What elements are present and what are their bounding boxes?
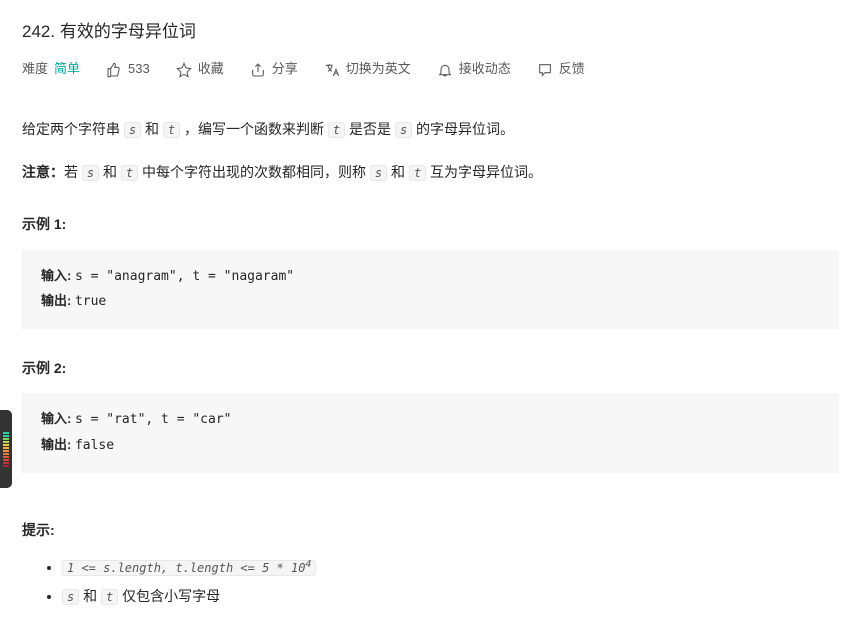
problem-name: 有效的字母异位词 [60,22,196,41]
example-1: 示例 1: 输入: s = "anagram", t = "nagaram" 输… [22,213,839,329]
handle-bar [3,432,9,434]
notifications-button[interactable]: 接收动态 [437,59,511,80]
code-s: s [62,589,79,605]
handle-bar [3,447,9,449]
share-button[interactable]: 分享 [250,59,298,80]
note-label: 注意： [22,164,64,180]
example-code-block: 输入: s = "anagram", t = "nagaram" 输出: tru… [22,250,839,329]
notifications-label: 接收动态 [459,59,511,80]
description-paragraph-2: 注意：若 s 和 t 中每个字符出现的次数都相同，则称 s 和 t 互为字母异位… [22,159,839,186]
code-s: s [395,122,412,138]
example-heading: 示例 1: [22,213,839,235]
star-icon [176,62,192,78]
problem-number: 242 [22,22,50,41]
handle-bar [3,453,9,455]
difficulty-label: 难度 [22,59,48,80]
share-icon [250,62,266,78]
handle-bar [3,444,9,446]
feedback-button[interactable]: 反馈 [537,59,585,80]
translate-button[interactable]: 切换为英文 [324,59,411,80]
favorite-label: 收藏 [198,59,224,80]
handle-bar [3,450,9,452]
share-label: 分享 [272,59,298,80]
description-paragraph-1: 给定两个字符串 s 和 t ，编写一个函数来判断 t 是否是 s 的字母异位词。 [22,116,839,143]
translate-label: 切换为英文 [346,59,411,80]
code-t: t [101,589,118,605]
bell-icon [437,62,453,78]
list-item: s 和 t 仅包含小写字母 [62,584,839,609]
favorite-button[interactable]: 收藏 [176,59,224,80]
message-icon [537,62,553,78]
handle-bar [3,465,9,467]
meta-row: 难度 简单 533 收藏 分享 切换为英文 [22,59,839,80]
hints-heading: 提示: [22,519,839,541]
hints-list: 1 <= s.length, t.length <= 5 * 104 s 和 t… [22,555,839,609]
difficulty: 难度 简单 [22,59,80,80]
handle-bar [3,459,9,461]
code-t: t [121,165,138,181]
code-t: t [409,165,426,181]
problem-title: 242. 有效的字母异位词 [22,18,839,45]
code-s: s [124,122,141,138]
code-s: s [370,165,387,181]
side-handle[interactable] [0,410,12,488]
thumbs-up-icon [106,62,122,78]
handle-bar [3,456,9,458]
handle-bar [3,462,9,464]
feedback-label: 反馈 [559,59,585,80]
example-2: 示例 2: 输入: s = "rat", t = "car" 输出: false [22,357,839,473]
example-heading: 示例 2: [22,357,839,379]
code-t: t [328,122,345,138]
difficulty-value: 简单 [54,59,80,80]
code-s: s [82,165,99,181]
list-item: 1 <= s.length, t.length <= 5 * 104 [62,555,839,580]
example-code-block: 输入: s = "rat", t = "car" 输出: false [22,393,839,472]
hint-code: 1 <= s.length, t.length <= 5 * 104 [62,560,316,576]
handle-bar [3,438,9,440]
like-button[interactable]: 533 [106,59,150,80]
handle-bar [3,435,9,437]
description: 给定两个字符串 s 和 t ，编写一个函数来判断 t 是否是 s 的字母异位词。… [22,116,839,185]
translate-icon [324,62,340,78]
handle-bar [3,441,9,443]
code-t: t [163,122,180,138]
hints-section: 提示: 1 <= s.length, t.length <= 5 * 104 s… [22,519,839,610]
like-count: 533 [128,59,150,80]
